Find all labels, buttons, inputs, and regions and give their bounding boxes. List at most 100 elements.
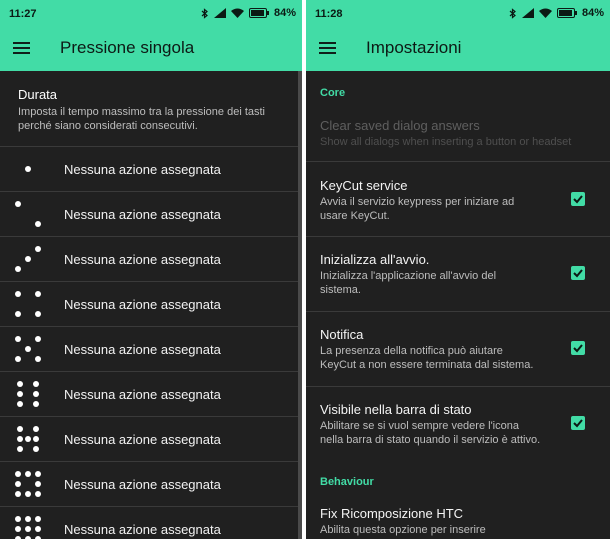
- dice-dot: [35, 221, 41, 227]
- dice-dot: [17, 401, 23, 407]
- content-list: Durata Imposta il tempo massimo tra la p…: [0, 71, 302, 539]
- dice-dot: [33, 401, 39, 407]
- app-bar: Pressione singola: [0, 28, 302, 71]
- dice-dot: [25, 166, 31, 172]
- dice-dot: [25, 256, 31, 262]
- durata-subtitle: Imposta il tempo massimo tra la pression…: [18, 106, 265, 132]
- dice-dot: [33, 446, 39, 452]
- press-action-row[interactable]: Nessuna azione assegnata: [0, 236, 298, 282]
- action-label: Nessuna azione assegnata: [64, 522, 221, 537]
- battery-percent: 84%: [581, 7, 604, 19]
- app-bar: Impostazioni: [306, 28, 610, 71]
- divider: [306, 236, 610, 237]
- dice-5-icon: [14, 335, 42, 363]
- dice-9-icon: [14, 515, 42, 539]
- check-icon: [573, 419, 583, 428]
- dice-7-icon: [14, 425, 42, 453]
- signal-icon: [213, 8, 226, 18]
- dice-8-icon: [14, 470, 42, 498]
- battery-icon: [556, 8, 577, 18]
- startup-title: Inizializza all'avvio.: [320, 252, 430, 267]
- dice-dot: [35, 336, 41, 342]
- notifica-checkbox[interactable]: [571, 341, 585, 355]
- dice-dot: [15, 481, 21, 487]
- dice-dot: [35, 471, 41, 477]
- dice-dot: [35, 516, 41, 522]
- action-label: Nessuna azione assegnata: [64, 477, 221, 492]
- right-screen: 11:28 84% Impostazioni Core Clear saved …: [306, 0, 610, 539]
- press-action-row[interactable]: Nessuna azione assegnata: [0, 461, 298, 507]
- battery-icon: [248, 8, 269, 18]
- service-checkbox[interactable]: [571, 192, 585, 206]
- status-time: 11:28: [315, 8, 343, 20]
- press-action-row[interactable]: Nessuna azione assegnata: [0, 326, 298, 372]
- status-bar: 11:27 84%: [0, 0, 302, 28]
- page-title: Impostazioni: [366, 38, 462, 57]
- wifi-icon: [230, 8, 244, 18]
- dice-dot: [33, 436, 39, 442]
- press-action-row[interactable]: Nessuna azione assegnata: [0, 371, 298, 417]
- dice-dot: [15, 201, 21, 207]
- dice-dot: [17, 391, 23, 397]
- press-action-row[interactable]: Nessuna azione assegnata: [0, 416, 298, 462]
- hamburger-menu-icon[interactable]: [13, 42, 30, 55]
- dice-dot: [35, 356, 41, 362]
- statusbar-checkbox[interactable]: [571, 416, 585, 430]
- action-label: Nessuna azione assegnata: [64, 297, 221, 312]
- action-label: Nessuna azione assegnata: [64, 342, 221, 357]
- dice-dot: [15, 471, 21, 477]
- bluetooth-icon: [509, 7, 516, 19]
- wifi-icon: [538, 8, 552, 18]
- bluetooth-icon: [201, 7, 208, 19]
- action-label: Nessuna azione assegnata: [64, 252, 221, 267]
- dice-6-icon: [14, 380, 42, 408]
- dice-dot: [15, 516, 21, 522]
- divider: [306, 311, 610, 312]
- statusbar-title: Visibile nella barra di stato: [320, 402, 472, 417]
- clear-subtitle: Show all dialogs when inserting a button…: [320, 136, 572, 148]
- htc-subtitle: Abilita questa opzione per inserire: [320, 524, 486, 536]
- clear-title: Clear saved dialog answers: [320, 118, 480, 133]
- action-label: Nessuna azione assegnata: [64, 162, 221, 177]
- press-action-row[interactable]: Nessuna azione assegnata: [0, 191, 298, 237]
- dice-dot: [33, 426, 39, 432]
- dice-dot: [33, 391, 39, 397]
- divider: [306, 386, 610, 387]
- dice-dot: [35, 481, 41, 487]
- startup-checkbox[interactable]: [571, 266, 585, 280]
- dice-dot: [15, 356, 21, 362]
- check-icon: [573, 344, 583, 353]
- startup-subtitle: Inizializza l'applicazione all'avvio del…: [320, 270, 497, 296]
- durata-setting[interactable]: Durata Imposta il tempo massimo tra la p…: [0, 71, 302, 146]
- scrollbar[interactable]: [298, 71, 302, 539]
- hamburger-menu-icon[interactable]: [319, 42, 336, 55]
- dice-dot: [25, 471, 31, 477]
- press-action-row[interactable]: Nessuna azione assegnata: [0, 146, 298, 192]
- dice-dot: [25, 436, 31, 442]
- dice-dot: [25, 491, 31, 497]
- press-action-row[interactable]: Nessuna azione assegnata: [0, 506, 298, 539]
- section-behaviour: Behaviour: [320, 476, 374, 488]
- status-time: 11:27: [9, 8, 37, 20]
- service-title: KeyCut service: [320, 178, 408, 193]
- service-subtitle: Avvia il servizio keypress per iniziare …: [320, 196, 515, 222]
- htc-title: Fix Ricomposizione HTC: [320, 506, 464, 521]
- dice-3-icon: [14, 245, 42, 273]
- dice-dot: [35, 311, 41, 317]
- check-icon: [573, 269, 583, 278]
- dice-dot: [25, 346, 31, 352]
- left-screen: 11:27 84% Pressione singola Durata Impos…: [0, 0, 302, 539]
- notifica-subtitle: La presenza della notifica può aiutare K…: [320, 345, 534, 371]
- dice-dot: [33, 381, 39, 387]
- press-action-row[interactable]: Nessuna azione assegnata: [0, 281, 298, 327]
- action-label: Nessuna azione assegnata: [64, 432, 221, 447]
- action-label: Nessuna azione assegnata: [64, 207, 221, 222]
- dice-dot: [15, 311, 21, 317]
- dice-2-icon: [14, 200, 42, 228]
- dice-dot: [35, 491, 41, 497]
- dice-1-icon: [14, 155, 42, 183]
- dice-dot: [35, 246, 41, 252]
- durata-title: Durata: [18, 87, 58, 102]
- dice-dot: [15, 291, 21, 297]
- statusbar-subtitle: Abilitare se si vuol sempre vedere l'ico…: [320, 420, 541, 446]
